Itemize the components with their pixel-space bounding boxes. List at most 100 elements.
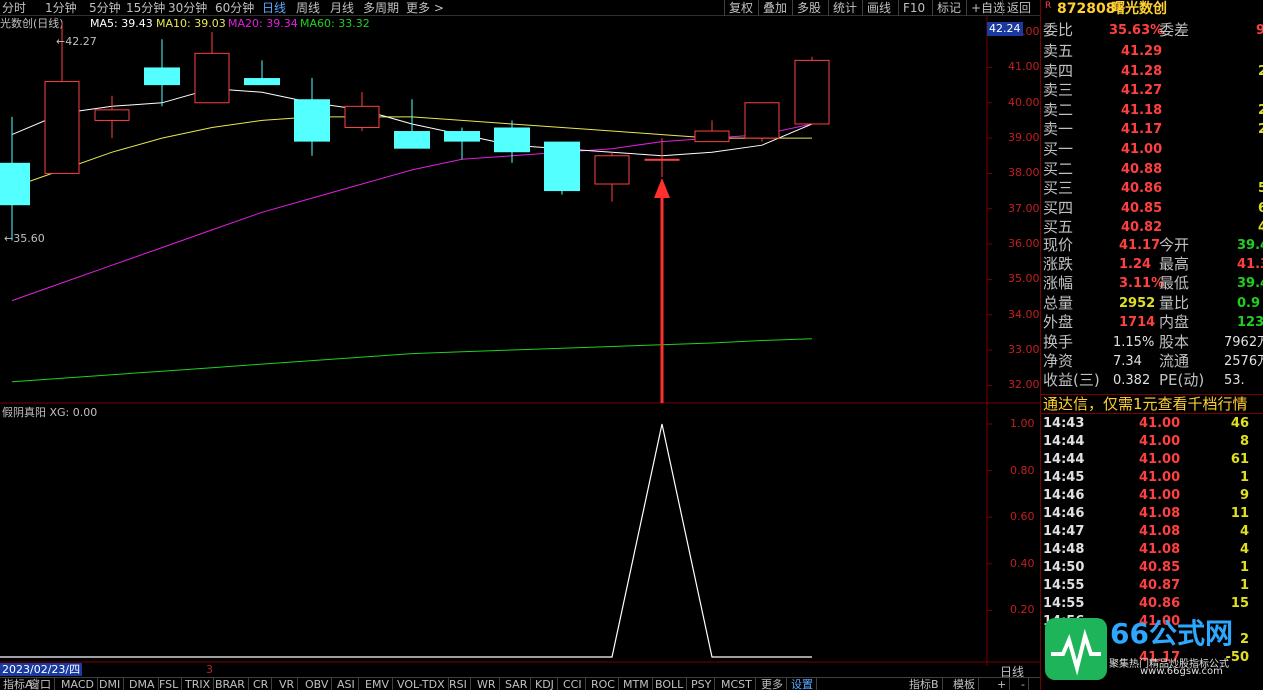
period-tab[interactable]: 60分钟 [215, 0, 254, 16]
watermark-url: www.66gsw.com [1140, 666, 1223, 677]
toolbar-button[interactable]: 统计 [828, 0, 861, 16]
quote-stat-row: 外盘 1714 内盘 123 [1043, 312, 1263, 331]
period-tab[interactable]: 5分钟 [89, 0, 121, 16]
indicator-tab[interactable]: VR [276, 678, 299, 690]
period-tab[interactable]: 15分钟 [126, 0, 165, 16]
period-tab[interactable]: 多周期 [363, 0, 399, 16]
period-toolbar: 分时 1分钟 5分钟 15分钟 30分钟 60分钟 日线 周线 月线 多周期 更多 > 复权 叠加 多股统… [0, 0, 1040, 16]
candle [394, 99, 430, 149]
fundamental-row: 换手1.15%股本7962万 [1043, 333, 1263, 351]
toolbar-button[interactable]: 返回 [1002, 0, 1035, 16]
ask-row[interactable]: 卖一 41.17 2 [1041, 120, 1263, 139]
toolbar-button[interactable]: 画线 [862, 0, 895, 16]
toolbar-button[interactable]: 标记 [932, 0, 965, 16]
indicator-tab[interactable]: RSI [446, 678, 471, 690]
price-axis-label: 32.00 [1008, 378, 1040, 392]
candle [94, 95, 130, 139]
indicator-tab[interactable]: CCI [560, 678, 586, 690]
toolbar-button[interactable]: 叠加 [758, 0, 791, 16]
indicator-tab[interactable]: SAR [502, 678, 532, 690]
bid-row[interactable]: 买二 40.88 [1041, 160, 1263, 179]
indicator-tab[interactable]: ASI [334, 678, 359, 690]
high-marker: ←42.27 [56, 35, 97, 48]
indicator-axis-label: 0.20 [1010, 603, 1035, 617]
indicator-tab[interactable]: MCST [718, 678, 756, 690]
indicator-tab[interactable]: BOLL [652, 678, 688, 690]
indicator-tabs: 指标A 窗口 MACD DMI DMA FSL TRIX BRAR CR VR OBV ASI EMV V… [0, 677, 1040, 690]
toolbar-button[interactable]: 多股 [792, 0, 825, 16]
bid-row[interactable]: 买五 40.82 4 [1041, 218, 1263, 237]
indicator-tab[interactable]: 窗口 [26, 678, 55, 690]
candle-body [744, 102, 780, 139]
candle [194, 32, 230, 104]
period-tab[interactable]: 月线 [330, 0, 354, 16]
indicator-tab[interactable]: KDJ [532, 678, 558, 690]
upgrade-ad[interactable]: 通达信，仅需1元查看千档行情 [1041, 394, 1263, 414]
candle [244, 60, 280, 86]
indicator-tab[interactable]: ROC [588, 678, 619, 690]
price-axis-label: 37.00 [1008, 201, 1040, 215]
indicator-tab[interactable]: FSL [156, 678, 183, 690]
period-tab[interactable]: 1分钟 [45, 0, 77, 16]
indicator-tab[interactable]: EMV [362, 678, 393, 690]
indicator-axis-label: 0.60 [1010, 510, 1035, 524]
watermark-logo [1045, 618, 1107, 680]
candle [544, 141, 580, 195]
ask-row[interactable]: 卖四 41.28 2 [1041, 62, 1263, 81]
current-price-tag: 42.24 [987, 22, 1023, 36]
template-tab[interactable]: - [1018, 678, 1029, 690]
candle-body [244, 78, 280, 86]
bid-row[interactable]: 买三 40.86 5 [1041, 179, 1263, 198]
candle [144, 39, 180, 107]
candle-body [294, 99, 330, 142]
indicator-tab[interactable]: CR [250, 678, 273, 690]
candle-body [794, 59, 830, 125]
indicator-tab[interactable]: TRIX [182, 678, 215, 690]
date-marker: 3 [206, 663, 213, 676]
quote-stat-row: 总量 2952 量比 0.9 [1043, 293, 1261, 312]
ask-row[interactable]: 卖五 41.29 [1041, 42, 1263, 61]
price-axis-label: 33.00 [1008, 343, 1040, 357]
toolbar-button[interactable]: 复权 [724, 0, 757, 16]
candle [694, 120, 730, 143]
bid-row[interactable]: 买四 40.85 6 [1041, 199, 1263, 218]
bid-row[interactable]: 买一 41.00 [1041, 140, 1263, 159]
period-tab[interactable]: 分时 [2, 0, 26, 16]
indicator-tab[interactable]: 设置 [788, 678, 817, 690]
toolbar-button[interactable]: F10 [898, 0, 929, 16]
period-tab[interactable]: 日线 [262, 0, 286, 16]
indicator-tab[interactable]: MACD [58, 678, 98, 690]
candlestick-chart[interactable] [0, 16, 1040, 406]
indicator-tab[interactable]: VOL-TDX [394, 678, 449, 690]
ask-row[interactable]: 卖二 41.18 2 [1041, 101, 1263, 120]
ma20-line [11, 123, 813, 302]
candle-body [394, 131, 430, 149]
indicator-tab[interactable]: 更多 [758, 678, 787, 690]
candle-body [144, 67, 180, 86]
indicator-tab[interactable]: DMI [96, 678, 125, 690]
ask-row[interactable]: 卖三 41.27 [1041, 81, 1263, 100]
indicator-tab[interactable]: DMA [126, 678, 159, 690]
template-tab[interactable]: 模板 [950, 678, 979, 690]
quote-stat-row: 涨幅3.11%最低39.4 [1043, 274, 1263, 293]
template-tab[interactable]: 指标B [906, 678, 943, 690]
price-axis-label: 41.00 [1008, 60, 1040, 74]
indicator-tab[interactable]: MTM [620, 678, 653, 690]
indicator-tab[interactable]: PSY [688, 678, 716, 690]
indicator-tab[interactable]: OBV [302, 678, 333, 690]
template-tab[interactable]: + [994, 678, 1011, 690]
candle-body [544, 141, 580, 192]
watermark-brand: 66公式网 [1110, 617, 1233, 650]
period-tab[interactable]: 30分钟 [168, 0, 207, 16]
candle-body [494, 127, 530, 153]
period-tab[interactable]: 周线 [296, 0, 320, 16]
indicator-tab[interactable]: WR [474, 678, 500, 690]
indicator-tab[interactable]: BRAR [212, 678, 249, 690]
indicator-axis-label: 0.80 [1010, 463, 1035, 477]
tick-row: 14:43 41.00 46 [1043, 416, 1249, 431]
indicator-chart[interactable] [0, 404, 1040, 666]
tick-row: 14:46 41.00 9 [1043, 488, 1249, 503]
candle [744, 102, 780, 142]
candle [594, 152, 630, 202]
period-tab[interactable]: 更多 > [406, 0, 444, 16]
